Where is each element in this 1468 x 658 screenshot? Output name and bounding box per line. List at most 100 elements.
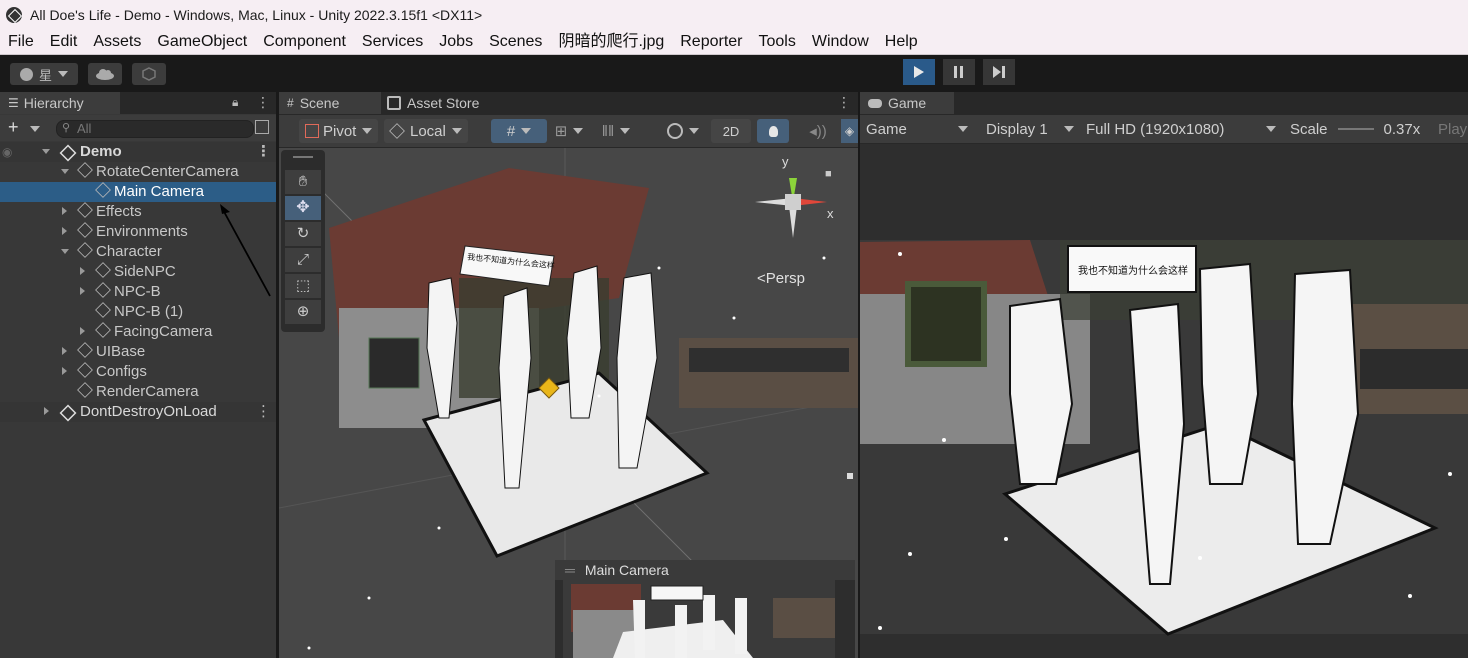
- shading-mode-dropdown[interactable]: [661, 119, 705, 143]
- tab-scene[interactable]: # Scene: [279, 92, 381, 114]
- tab-hierarchy-label: Hierarchy: [23, 95, 84, 111]
- rect-tool-button[interactable]: ⬚: [285, 274, 321, 298]
- expand-arrow-icon[interactable]: [42, 149, 50, 154]
- play-button[interactable]: [903, 59, 935, 85]
- expand-arrow-icon[interactable]: [80, 327, 85, 335]
- expand-arrow-icon[interactable]: [62, 347, 67, 355]
- lock-icon[interactable]: ■: [825, 168, 832, 180]
- menu-jobs[interactable]: Jobs: [431, 30, 481, 54]
- tool-palette: ✋︎ ✥ ↻ ⤢ ⬚ ⊕: [281, 150, 325, 332]
- scale-value: 0.37x: [1383, 120, 1421, 138]
- more-icon[interactable]: ⋮: [837, 94, 851, 111]
- step-button[interactable]: [983, 59, 1015, 85]
- hierarchy-item-configs[interactable]: Configs: [0, 362, 276, 382]
- expand-arrow-icon[interactable]: [61, 169, 69, 174]
- more-icon[interactable]: ⋮: [256, 94, 270, 111]
- menu-scenes[interactable]: Scenes: [481, 30, 550, 54]
- menu-component[interactable]: Component: [255, 30, 354, 54]
- play-focused-dropdown[interactable]: Play: [1438, 117, 1468, 141]
- scale-tool-button[interactable]: ⤢: [285, 248, 321, 272]
- game-speech-text: 我也不知道为什么会这样: [1078, 266, 1188, 277]
- menu-gameobject[interactable]: GameObject: [149, 30, 255, 54]
- camera-preview-overlay: ═ Main Camera: [555, 560, 855, 658]
- menu-reporter[interactable]: Reporter: [672, 30, 750, 54]
- cloud-button[interactable]: [88, 63, 122, 85]
- hierarchy-item-main-camera[interactable]: Main Camera: [0, 182, 276, 202]
- expand-arrow-icon[interactable]: [62, 227, 67, 235]
- audio-toggle[interactable]: ◂)): [807, 119, 829, 143]
- tab-hierarchy[interactable]: ☰ Hierarchy: [0, 92, 120, 114]
- resolution-dropdown[interactable]: Full HD (1920x1080): [1086, 117, 1280, 141]
- hierarchy-search-input[interactable]: ⚲ All: [56, 120, 254, 138]
- increment-snap-dropdown[interactable]: ⊞: [549, 119, 589, 143]
- visibility-icon[interactable]: ◉: [2, 142, 12, 162]
- transform-tool-button[interactable]: ⊕: [285, 300, 321, 324]
- local-label: Local: [410, 122, 446, 140]
- grid-snap-icon: #: [506, 122, 516, 140]
- list-icon: ☰: [8, 96, 19, 110]
- chevron-down-icon: [521, 128, 532, 134]
- scale-slider[interactable]: Scale 0.37x: [1290, 117, 1430, 141]
- game-viewport[interactable]: 我也不知道为什么会这样: [860, 144, 1468, 658]
- tab-asset-store[interactable]: Asset Store: [379, 92, 487, 114]
- 2d-toggle[interactable]: 2D: [711, 119, 751, 143]
- align-dropdown[interactable]: ‖‖: [595, 119, 637, 143]
- scene-viewport[interactable]: 我也不知道为什么会这样 ✋︎ ✥ ↻ ⤢ ⬚ ⊕ y x ■ <Persp ═: [279, 148, 858, 658]
- hierarchy-item-demo[interactable]: ◉ Demo ⋮: [0, 142, 276, 162]
- pivot-dropdown[interactable]: Pivot: [299, 119, 379, 143]
- hierarchy-item-label: RotateCenterCamera: [96, 163, 239, 180]
- projection-toggle[interactable]: <Persp: [757, 270, 805, 287]
- hierarchy-item-npc-b-1[interactable]: NPC-B (1): [0, 302, 276, 322]
- menu-edit[interactable]: Edit: [42, 30, 86, 54]
- hierarchy-item-uibase[interactable]: UIBase: [0, 342, 276, 362]
- add-button[interactable]: +: [8, 117, 19, 138]
- move-tool-button[interactable]: ✥: [285, 196, 321, 220]
- search-options-icon[interactable]: [255, 120, 269, 134]
- drag-handle[interactable]: [293, 156, 313, 158]
- align-icon: ‖‖: [601, 122, 615, 140]
- menu-image-file[interactable]: 阴暗的爬行.jpg: [550, 30, 672, 54]
- hierarchy-item-rendercamera[interactable]: RenderCamera: [0, 382, 276, 402]
- menu-tools[interactable]: Tools: [751, 30, 804, 54]
- orientation-gizmo[interactable]: [747, 158, 837, 250]
- hierarchy-item-label: Effects: [96, 203, 142, 220]
- expand-arrow-icon[interactable]: [80, 267, 85, 275]
- expand-arrow-icon[interactable]: [80, 287, 85, 295]
- hand-tool-button[interactable]: ✋︎: [285, 170, 321, 194]
- hierarchy-item-dontdestroyonload[interactable]: DontDestroyOnLoad ⋮: [0, 402, 276, 422]
- hierarchy-panel: ☰ Hierarchy 🔒︎ ⋮ + ⚲ All ◉ Demo ⋮ Rotate…: [0, 92, 276, 658]
- tab-game[interactable]: Game: [860, 92, 954, 114]
- lighting-toggle[interactable]: [757, 119, 789, 143]
- menu-file[interactable]: File: [0, 30, 42, 54]
- lock-icon[interactable]: 🔒︎: [232, 95, 238, 110]
- menu-assets[interactable]: Assets: [85, 30, 149, 54]
- expand-arrow-icon[interactable]: [61, 249, 69, 254]
- pause-button[interactable]: [943, 59, 975, 85]
- more-icon[interactable]: ⋮: [256, 402, 271, 422]
- hierarchy-item-label: RenderCamera: [96, 383, 199, 400]
- hierarchy-item-facingcamera[interactable]: FacingCamera: [0, 322, 276, 342]
- rotate-tool-button[interactable]: ↻: [285, 222, 321, 246]
- account-dropdown[interactable]: 星: [10, 63, 78, 85]
- hierarchy-item-rotatecentercamera[interactable]: RotateCenterCamera: [0, 162, 276, 182]
- account-icon: [19, 67, 33, 81]
- menu-window[interactable]: Window: [804, 30, 877, 54]
- scale-track[interactable]: [1337, 128, 1374, 130]
- grid-snapping-toggle[interactable]: #: [491, 119, 547, 143]
- menu-help[interactable]: Help: [877, 30, 926, 54]
- camera-preview-header[interactable]: ═ Main Camera: [555, 560, 855, 580]
- expand-arrow-icon[interactable]: [44, 407, 49, 415]
- effects-toggle[interactable]: ◈: [841, 119, 858, 143]
- chevron-down-icon: [451, 128, 462, 134]
- expand-arrow-icon[interactable]: [62, 207, 67, 215]
- hierarchy-item-label: DontDestroyOnLoad: [80, 403, 217, 420]
- view-mode-dropdown[interactable]: Game: [866, 117, 972, 141]
- menu-services[interactable]: Services: [354, 30, 431, 54]
- display-dropdown[interactable]: Display 1: [986, 117, 1076, 141]
- expand-arrow-icon[interactable]: [62, 367, 67, 375]
- hierarchy-item-label: Environments: [96, 223, 188, 240]
- local-dropdown[interactable]: Local: [384, 119, 468, 143]
- collab-button[interactable]: [132, 63, 166, 85]
- tab-game-label: Game: [888, 95, 927, 111]
- more-icon[interactable]: ⋮: [256, 142, 271, 162]
